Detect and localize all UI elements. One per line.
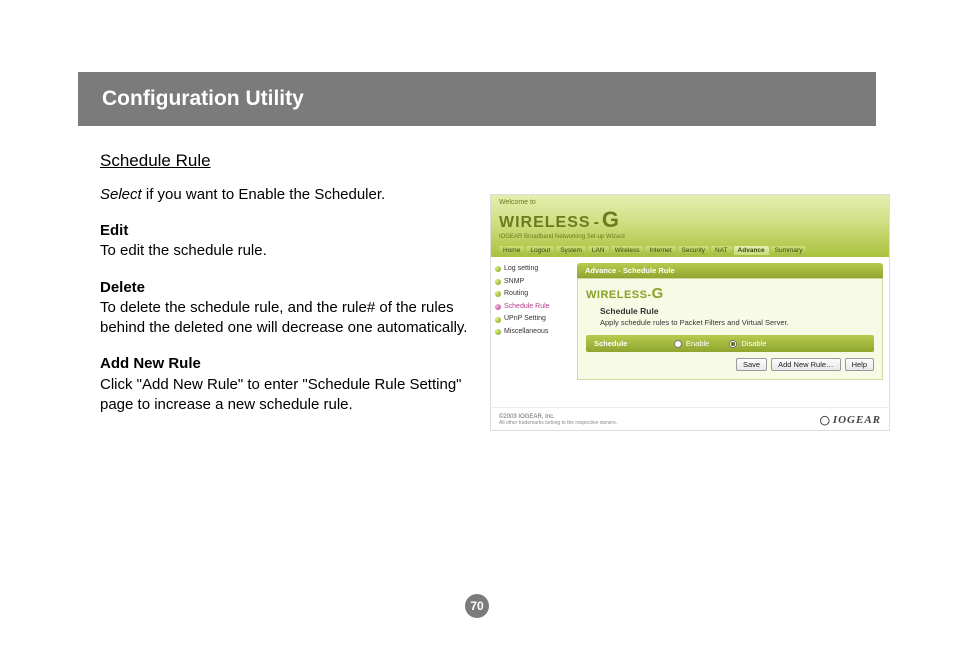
addnew-block: Add New Rule Click "Add New Rule" to ent… xyxy=(100,354,470,415)
footer-trademark: All other trademarks belong to the respe… xyxy=(499,420,617,426)
schedule-row: Schedule Enable Disable xyxy=(586,335,874,352)
radio-icon xyxy=(674,340,682,348)
panel-title: Schedule Rule xyxy=(600,306,874,316)
schedule-label: Schedule xyxy=(594,339,654,348)
nav-nat[interactable]: NAT xyxy=(711,246,732,255)
add-new-rule-button[interactable]: Add New Rule… xyxy=(771,358,840,371)
delete-heading: Delete xyxy=(100,278,470,298)
panel-description: Apply schedule rules to Packet Filters a… xyxy=(600,318,874,327)
sidebar: Log setting SNMP Routing Schedule Rule U… xyxy=(491,257,577,407)
nav-home[interactable]: Home xyxy=(499,246,524,255)
sidebar-label: Routing xyxy=(504,288,528,301)
enable-label: Enable xyxy=(686,339,709,348)
save-button[interactable]: Save xyxy=(736,358,767,371)
panel-brand-g: G xyxy=(652,285,664,302)
sidebar-item-schedule-rule[interactable]: Schedule Rule xyxy=(495,301,573,314)
bullet-icon xyxy=(495,291,501,297)
sidebar-label: SNMP xyxy=(504,276,524,289)
panel-brand: WIRELESS-G xyxy=(586,285,874,302)
panel-brand-a: WIRELESS xyxy=(586,289,647,301)
brand-dash: - xyxy=(594,214,599,232)
bullet-icon xyxy=(495,317,501,323)
nav-internet[interactable]: Internet xyxy=(645,246,675,255)
edit-body: To edit the schedule rule. xyxy=(100,241,470,261)
sidebar-label: UPnP Setting xyxy=(504,313,546,326)
bullet-icon xyxy=(495,329,501,335)
sidebar-item-misc[interactable]: Miscellaneous xyxy=(495,326,573,339)
intro-select: Select xyxy=(100,186,142,203)
breadcrumb: Advance - Schedule Rule xyxy=(577,263,883,278)
header-band: Configuration Utility xyxy=(78,72,876,126)
shot-body: Log setting SNMP Routing Schedule Rule U… xyxy=(491,257,889,407)
intro-rest: if you want to Enable the Scheduler. xyxy=(142,186,386,203)
enable-radio[interactable]: Enable xyxy=(674,339,709,348)
sidebar-item-snmp[interactable]: SNMP xyxy=(495,276,573,289)
nav-logout[interactable]: Logout xyxy=(526,246,554,255)
page-title: Configuration Utility xyxy=(102,87,304,111)
section-title: Schedule Rule xyxy=(100,150,470,173)
brand-subtitle: IOGEAR Broadband Networking Set-up Wizar… xyxy=(499,234,881,240)
addnew-heading: Add New Rule xyxy=(100,354,470,374)
brand-main: WIRELESS xyxy=(499,214,591,232)
footer-logo: IOGEAR xyxy=(820,414,881,426)
disable-radio[interactable]: Disable xyxy=(729,339,766,348)
button-row: Save Add New Rule… Help xyxy=(586,352,874,373)
edit-block: Edit To edit the schedule rule. xyxy=(100,221,470,262)
help-button[interactable]: Help xyxy=(845,358,874,371)
brand-g: G xyxy=(602,207,619,233)
top-nav: Home Logout System LAN Wireless Internet… xyxy=(499,246,881,255)
nav-security[interactable]: Security xyxy=(678,246,709,255)
page-number: 70 xyxy=(465,594,489,618)
delete-block: Delete To delete the schedule rule, and … xyxy=(100,278,470,339)
sidebar-label: Miscellaneous xyxy=(504,326,548,339)
nav-wireless[interactable]: Wireless xyxy=(611,246,644,255)
edit-heading: Edit xyxy=(100,221,470,241)
nav-lan[interactable]: LAN xyxy=(588,246,609,255)
bullet-icon xyxy=(495,304,501,310)
nav-advance[interactable]: Advance xyxy=(734,246,769,255)
main-panel: Advance - Schedule Rule WIRELESS-G Sched… xyxy=(577,257,889,407)
router-screenshot: Welcome to WIRELESS - G IOGEAR Broadband… xyxy=(490,194,890,431)
sidebar-item-log[interactable]: Log setting xyxy=(495,263,573,276)
footer-left: ©2003 IOGEAR, Inc. All other trademarks … xyxy=(499,414,617,426)
bullet-icon xyxy=(495,279,501,285)
intro-paragraph: Select if you want to Enable the Schedul… xyxy=(100,185,470,205)
content-panel: WIRELESS-G Schedule Rule Apply schedule … xyxy=(577,278,883,380)
radio-icon xyxy=(729,340,737,348)
sidebar-item-routing[interactable]: Routing xyxy=(495,288,573,301)
nav-summary[interactable]: Summary xyxy=(771,246,807,255)
nav-system[interactable]: System xyxy=(556,246,586,255)
delete-body: To delete the schedule rule, and the rul… xyxy=(100,298,470,339)
shot-footer: ©2003 IOGEAR, Inc. All other trademarks … xyxy=(491,407,889,430)
shot-header: Welcome to WIRELESS - G IOGEAR Broadband… xyxy=(491,195,889,257)
sidebar-label: Log setting xyxy=(504,263,538,276)
sidebar-label: Schedule Rule xyxy=(504,301,550,314)
disable-label: Disable xyxy=(741,339,766,348)
welcome-text: Welcome to xyxy=(499,199,881,206)
sidebar-item-upnp[interactable]: UPnP Setting xyxy=(495,313,573,326)
left-column: Schedule Rule Select if you want to Enab… xyxy=(100,150,470,431)
bullet-icon xyxy=(495,266,501,272)
brand-row: WIRELESS - G xyxy=(499,207,881,233)
addnew-body: Click "Add New Rule" to enter "Schedule … xyxy=(100,375,470,416)
